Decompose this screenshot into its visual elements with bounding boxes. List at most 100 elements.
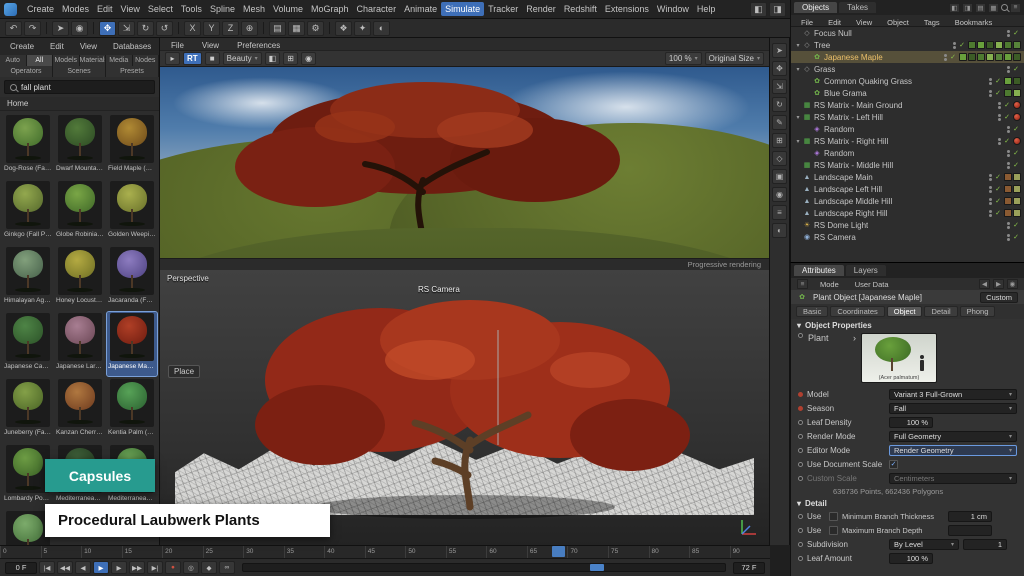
previous-frame-button[interactable]: ◀: [75, 561, 91, 574]
layout-preset-icon[interactable]: ◨: [769, 2, 786, 17]
render-view-button[interactable]: ▤: [269, 21, 286, 36]
material-tag-icon[interactable]: [968, 41, 976, 49]
menu-render[interactable]: Render: [522, 2, 560, 16]
tab-nodes[interactable]: Nodes: [133, 55, 160, 66]
visibility-dots[interactable]: [1007, 126, 1010, 133]
keyframe-dot-icon[interactable]: [798, 528, 803, 533]
visibility-dots[interactable]: [1007, 66, 1010, 73]
subdivision-level-field[interactable]: 1: [963, 539, 1007, 550]
asset-item[interactable]: Japanese Larch (Fall Plant): [55, 312, 105, 376]
om-menu-edit[interactable]: Edit: [824, 16, 845, 25]
asset-item[interactable]: Kanzan Cherry (Fall Plant): [55, 378, 105, 442]
enabled-check-icon[interactable]: ✓: [1013, 149, 1019, 157]
material-tag-icon[interactable]: [1004, 41, 1012, 49]
texture-tag-icon[interactable]: [1013, 185, 1021, 193]
enabled-check-icon[interactable]: ✓: [1004, 137, 1010, 145]
menu-tracker[interactable]: Tracker: [484, 2, 522, 16]
tab-attributes[interactable]: Attributes: [794, 265, 844, 276]
japanese-maple-row[interactable]: ✿Japanese Maple✓: [791, 51, 1024, 63]
menu-modes[interactable]: Modes: [58, 2, 93, 16]
landscape-left-hill-row[interactable]: ▲Landscape Left Hill✓: [791, 183, 1024, 195]
snap-magnet-button[interactable]: ◐: [373, 21, 390, 36]
timeline-playhead[interactable]: [552, 546, 565, 557]
live-selection-button[interactable]: ➤: [52, 21, 69, 36]
material-tag-icon[interactable]: [995, 41, 1003, 49]
tab-detail[interactable]: Detail: [924, 306, 957, 317]
menu-character[interactable]: Character: [353, 2, 401, 16]
om-menu-view[interactable]: View: [852, 16, 876, 25]
om-menu-file[interactable]: File: [797, 16, 817, 25]
material-tag-icon[interactable]: [1013, 41, 1021, 49]
simulate-toggle-button[interactable]: ✦: [354, 21, 371, 36]
ab-menu-view[interactable]: View: [76, 40, 101, 53]
menu-tools[interactable]: Tools: [177, 2, 206, 16]
move-mode-icon[interactable]: ✥: [772, 61, 787, 76]
tab-auto[interactable]: Auto: [0, 55, 27, 66]
grid-overlay-button[interactable]: ⊞: [283, 52, 298, 65]
landscape-right-hill-row[interactable]: ▲Landscape Right Hill✓: [791, 207, 1024, 219]
rs-dome-light-row[interactable]: ☀RS Dome Light✓: [791, 219, 1024, 231]
grass-group-row[interactable]: ▾◇Grass✓: [791, 63, 1024, 75]
search-icon[interactable]: [1001, 4, 1008, 11]
texture-tag-icon[interactable]: [1013, 173, 1021, 181]
undo-button[interactable]: ↶: [5, 21, 22, 36]
tab-materials[interactable]: Materials: [80, 55, 107, 66]
start-render-button[interactable]: ▸: [165, 52, 180, 65]
redo-button[interactable]: ↷: [24, 21, 41, 36]
previous-key-button[interactable]: ◀◀: [57, 561, 73, 574]
size-mode-dropdown[interactable]: Original Size▾: [705, 52, 764, 65]
material-tag-icon[interactable]: [1013, 53, 1021, 61]
rotate-mode-icon[interactable]: ↻: [772, 97, 787, 112]
tab-operators[interactable]: Operators: [0, 66, 53, 77]
end-frame-field[interactable]: 72 F: [733, 562, 765, 574]
enabled-check-icon[interactable]: ✓: [995, 89, 1001, 97]
material-tag-icon[interactable]: [986, 53, 994, 61]
menu-select[interactable]: Select: [144, 2, 177, 16]
visibility-dots[interactable]: [989, 198, 992, 205]
material-tag-icon[interactable]: [1004, 89, 1012, 97]
visibility-dots[interactable]: [1007, 30, 1010, 37]
custom-scale-unit-dropdown[interactable]: Centimeters▾: [889, 473, 1017, 484]
enabled-check-icon[interactable]: ✓: [950, 53, 956, 61]
object-properties-section[interactable]: ▾ Object Properties: [791, 319, 1024, 331]
asset-search-input[interactable]: fall plant: [4, 80, 155, 94]
last-tool-button[interactable]: ↺: [156, 21, 173, 36]
menu-mograph[interactable]: MoGraph: [307, 2, 353, 16]
burger-menu-icon[interactable]: ≡: [797, 279, 808, 289]
model-mode-icon[interactable]: ◇: [772, 151, 787, 166]
keyframe-dot-icon[interactable]: [798, 434, 803, 439]
asset-item[interactable]: Himalayan Agave (Fall Plant): [3, 246, 53, 310]
record-button[interactable]: ●: [165, 561, 181, 574]
layout-preset-icon[interactable]: ◧: [750, 2, 767, 17]
lock-icon[interactable]: ◉: [1007, 279, 1018, 289]
rv-menu-preferences[interactable]: Preferences: [233, 39, 284, 49]
menu-extensions[interactable]: Extensions: [601, 2, 653, 16]
enabled-check-icon[interactable]: ✓: [1013, 233, 1019, 241]
menu-window[interactable]: Window: [653, 2, 693, 16]
preset-dropdown[interactable]: Custom: [980, 292, 1018, 303]
enabled-check-icon[interactable]: ✓: [1013, 125, 1019, 133]
menu-view[interactable]: View: [117, 2, 144, 16]
rv-menu-file[interactable]: File: [167, 39, 188, 49]
asset-item-japanese-maple[interactable]: Japanese Maple (Fall Plant): [107, 312, 157, 376]
asset-item[interactable]: Golden Weeping Willow (Fall Plant): [107, 180, 157, 244]
expand-arrow-icon[interactable]: ▾: [794, 138, 802, 145]
layout-icon[interactable]: ◨: [962, 3, 973, 13]
keyframe-dot-icon[interactable]: [798, 420, 803, 425]
menu-edit[interactable]: Edit: [93, 2, 117, 16]
tab-scenes[interactable]: Scenes: [53, 66, 106, 77]
season-dropdown[interactable]: Fall▾: [889, 403, 1017, 414]
capsules-button[interactable]: ❖: [335, 21, 352, 36]
enabled-check-icon[interactable]: ✓: [995, 173, 1001, 181]
timeline-ruler[interactable]: 0 5 10 15 20 25 30 35 40 45 50 55 60 65 …: [0, 545, 770, 558]
texture-mode-icon[interactable]: ◉: [772, 187, 787, 202]
move-tool-button[interactable]: ✥: [99, 21, 116, 36]
max-branch-field[interactable]: [948, 525, 992, 536]
enabled-check-icon[interactable]: ✓: [1013, 65, 1019, 73]
keyframe-button[interactable]: ◆: [201, 561, 217, 574]
tab-coordinates[interactable]: Coordinates: [830, 306, 884, 317]
ab-menu-databases[interactable]: Databases: [109, 40, 155, 53]
texture-tag-icon[interactable]: [1004, 185, 1012, 193]
viewport-view-menu[interactable]: Perspective: [167, 274, 209, 283]
material-tag-icon[interactable]: [968, 53, 976, 61]
